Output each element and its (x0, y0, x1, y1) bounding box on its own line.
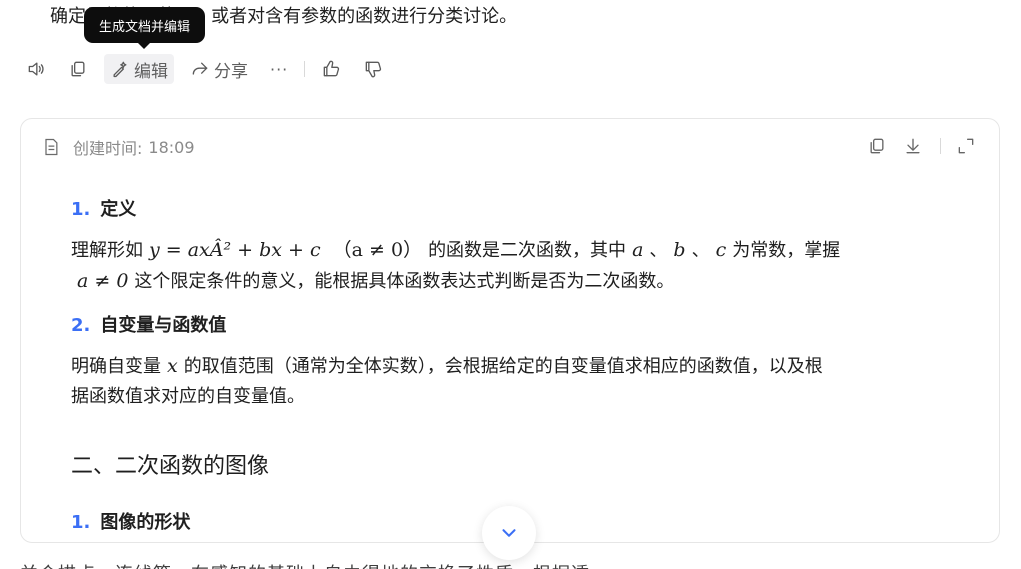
answer-text-line: 并会描点、连线等。在感知的基础上自由得地的交换了性质。根据透 (20, 560, 590, 569)
section-heading: 1. 定义 (71, 195, 951, 221)
formula: y = axÂ² + bx + c (149, 239, 321, 261)
document-card: 创建时间: 18:09 1. 定义 理解形如 y = axÂ² + bx + c （… (20, 118, 1000, 543)
section-heading: 2. 自变量与函数值 (71, 311, 951, 337)
section-title: 定义 (100, 199, 137, 220)
section-title: 自变量与函数值 (100, 315, 227, 336)
download-icon (906, 138, 920, 154)
document-content: 1. 定义 理解形如 y = axÂ² + bx + c （a ≠ 0） 的函数是二次… (71, 195, 951, 534)
text: 明确自变量 (71, 356, 161, 377)
doc-copy-button[interactable] (866, 135, 888, 157)
text: 这个限定条件的意义，能根据具体函数表达式判断是否为二次函数。 (134, 271, 675, 292)
variable-c: c (715, 239, 727, 261)
document-icon (45, 138, 58, 156)
document-header: 创建时间: 18:09 (41, 135, 195, 159)
read-aloud-button[interactable] (20, 54, 52, 84)
created-label: 创建时间: (73, 139, 143, 158)
expand-icon (958, 138, 974, 154)
more-button[interactable]: ··· (264, 54, 294, 84)
section-number: 1. (71, 512, 91, 533)
share-icon (192, 62, 208, 75)
chevron-down-icon (502, 529, 516, 537)
copy-icon (71, 61, 85, 77)
doc-download-button[interactable] (902, 135, 924, 157)
paragraph: 理解形如 y = axÂ² + bx + c （a ≠ 0） 的函数是二次函数，其中 a… (71, 235, 951, 297)
section-number: 1. (71, 199, 91, 220)
thumbs-down-icon (365, 61, 382, 78)
document-toolbar (852, 135, 977, 157)
text: 、 (691, 240, 710, 261)
text: 、 (649, 240, 668, 261)
section-number: 2. (71, 315, 91, 336)
divider (940, 138, 941, 154)
variable-b: b (673, 239, 686, 261)
magic-edit-icon (113, 61, 127, 78)
copy-button[interactable] (62, 54, 94, 84)
message-action-bar: 编辑 分享 ··· (20, 54, 389, 84)
section-title: 图像的形状 (100, 512, 191, 533)
divider (304, 61, 306, 77)
like-button[interactable] (315, 54, 347, 84)
paragraph: 明确自变量 x 的取值范围（通常为全体实数），会根据给定的自变量值求相应的函数值，以… (71, 351, 951, 412)
condition: （a ≠ 0） (332, 239, 423, 261)
text: 据函数值求对应的自变量值。 (71, 386, 305, 407)
speaker-icon (28, 62, 44, 76)
variable-x: x (167, 355, 178, 377)
text: 的取值范围（通常为全体实数），会根据给定的自变量值求相应的函数值，以及根 (183, 356, 823, 377)
share-button-label: 分享 (214, 61, 248, 82)
text: 为常数，掌握 (732, 240, 841, 261)
thumbs-up-icon (323, 60, 340, 77)
edit-button[interactable]: 编辑 (104, 54, 174, 84)
scroll-down-button[interactable] (482, 506, 536, 560)
copy-icon (870, 138, 884, 154)
edit-button-label: 编辑 (134, 61, 168, 82)
doc-expand-button[interactable] (955, 135, 977, 157)
variable-a: a (632, 239, 644, 261)
text: 的函数是二次函数，其中 (428, 240, 627, 261)
text: 理解形如 (71, 240, 143, 261)
dislike-button[interactable] (357, 54, 389, 84)
condition: a ≠ 0 (77, 270, 129, 292)
tooltip: 生成文档并编辑 (84, 7, 205, 49)
created-time: 18:09 (148, 137, 195, 157)
chapter-heading: 二、二次函数的图像 (71, 454, 270, 479)
share-button[interactable]: 分享 (184, 54, 254, 84)
more-icon: ··· (270, 59, 289, 79)
